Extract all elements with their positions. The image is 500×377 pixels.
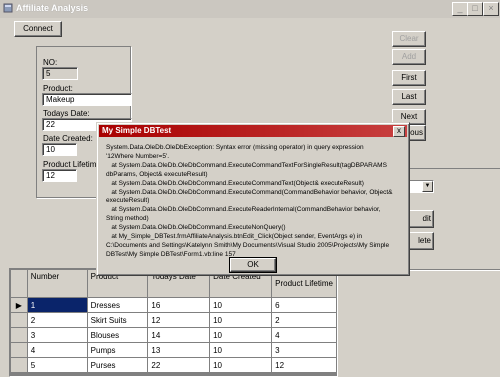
window-title: Affiliate Analysis <box>16 3 89 13</box>
column-header-number[interactable]: Number <box>26 269 88 298</box>
date-created-field[interactable]: 10 <box>42 143 77 156</box>
table-row[interactable]: 5 Purses 22 10 12 <box>10 357 337 373</box>
chevron-down-icon[interactable]: ▼ <box>422 181 433 192</box>
cell-date-created[interactable]: 10 <box>209 297 273 313</box>
table-row[interactable]: 2 Skirt Suits 12 10 2 <box>10 312 337 328</box>
cell-product-lifetime[interactable]: 12 <box>271 357 337 373</box>
dialog-title: My Simple DBTest <box>102 126 172 135</box>
cell-product-lifetime[interactable]: 4 <box>271 327 337 343</box>
last-button[interactable]: Last <box>392 89 426 105</box>
connect-button[interactable]: Connect <box>14 21 62 37</box>
product-label: Product: <box>43 84 73 93</box>
dialog-title-bar: My Simple DBTest x <box>99 125 407 137</box>
cell-date-created[interactable]: 10 <box>209 357 273 373</box>
main-window: Affiliate Analysis _ □ × Connect NO: 5 P… <box>0 0 500 377</box>
cell-product[interactable]: Pumps <box>86 342 149 358</box>
table-row[interactable]: ▶ 1 Dresses 16 10 6 <box>10 297 337 313</box>
cell-todays-date[interactable]: 22 <box>147 357 211 373</box>
app-icon <box>3 3 13 13</box>
product-lifetime-label: Product Lifetime: <box>43 160 104 169</box>
add-button[interactable]: Add <box>392 49 426 65</box>
cell-number[interactable]: 1 <box>26 297 88 313</box>
cell-date-created[interactable]: 10 <box>209 312 273 328</box>
cell-todays-date[interactable]: 12 <box>147 312 211 328</box>
cell-todays-date[interactable]: 13 <box>147 342 211 358</box>
product-lifetime-field[interactable]: 12 <box>42 169 77 182</box>
table-row[interactable]: 3 Blouses 14 10 4 <box>10 327 337 343</box>
cell-product[interactable]: Skirt Suits <box>86 312 149 328</box>
cell-product[interactable]: Purses <box>86 357 149 373</box>
product-field[interactable]: Makeup <box>42 93 132 106</box>
maximize-button[interactable]: □ <box>467 2 483 16</box>
cell-product-lifetime[interactable]: 6 <box>271 297 337 313</box>
row-header[interactable] <box>10 357 28 373</box>
cell-todays-date[interactable]: 16 <box>147 297 211 313</box>
cell-product[interactable]: Blouses <box>86 327 149 343</box>
data-grid[interactable]: Number Product Todays Date Date Created … <box>9 268 338 377</box>
records-table: Number Product Todays Date Date Created … <box>10 269 337 373</box>
dialog-close-button[interactable]: x <box>393 126 405 137</box>
cell-todays-date[interactable]: 14 <box>147 327 211 343</box>
table-row[interactable]: 4 Pumps 13 10 3 <box>10 342 337 358</box>
error-dialog: My Simple DBTest x System.Data.OleDb.Ole… <box>96 122 410 276</box>
row-header[interactable] <box>10 342 28 358</box>
ok-button[interactable]: OK <box>229 257 277 273</box>
close-window-button[interactable]: × <box>483 2 499 16</box>
cell-date-created[interactable]: 10 <box>209 342 273 358</box>
error-message: System.Data.OleDb.OleDbException: Syntax… <box>106 144 393 258</box>
row-header-corner <box>10 269 28 298</box>
cell-date-created[interactable]: 10 <box>209 327 273 343</box>
date-created-label: Date Created: <box>43 134 93 143</box>
cell-product-lifetime[interactable]: 3 <box>271 342 337 358</box>
cell-product-lifetime[interactable]: 2 <box>271 312 337 328</box>
cell-number[interactable]: 5 <box>26 357 88 373</box>
no-field: 5 <box>42 67 78 80</box>
cell-number[interactable]: 2 <box>26 312 88 328</box>
no-label: NO: <box>43 58 58 67</box>
row-header[interactable] <box>10 312 28 328</box>
cell-number[interactable]: 4 <box>26 342 88 358</box>
current-row-indicator[interactable]: ▶ <box>10 297 28 313</box>
clear-button[interactable]: Clear <box>392 31 426 47</box>
cell-number[interactable]: 3 <box>26 327 88 343</box>
row-header[interactable] <box>10 327 28 343</box>
title-bar: Affiliate Analysis _ □ × <box>0 0 500 18</box>
first-button[interactable]: First <box>392 70 426 86</box>
cell-product[interactable]: Dresses <box>86 297 149 313</box>
minimize-button[interactable]: _ <box>452 2 468 16</box>
todays-date-label: Todays Date: <box>43 109 90 118</box>
